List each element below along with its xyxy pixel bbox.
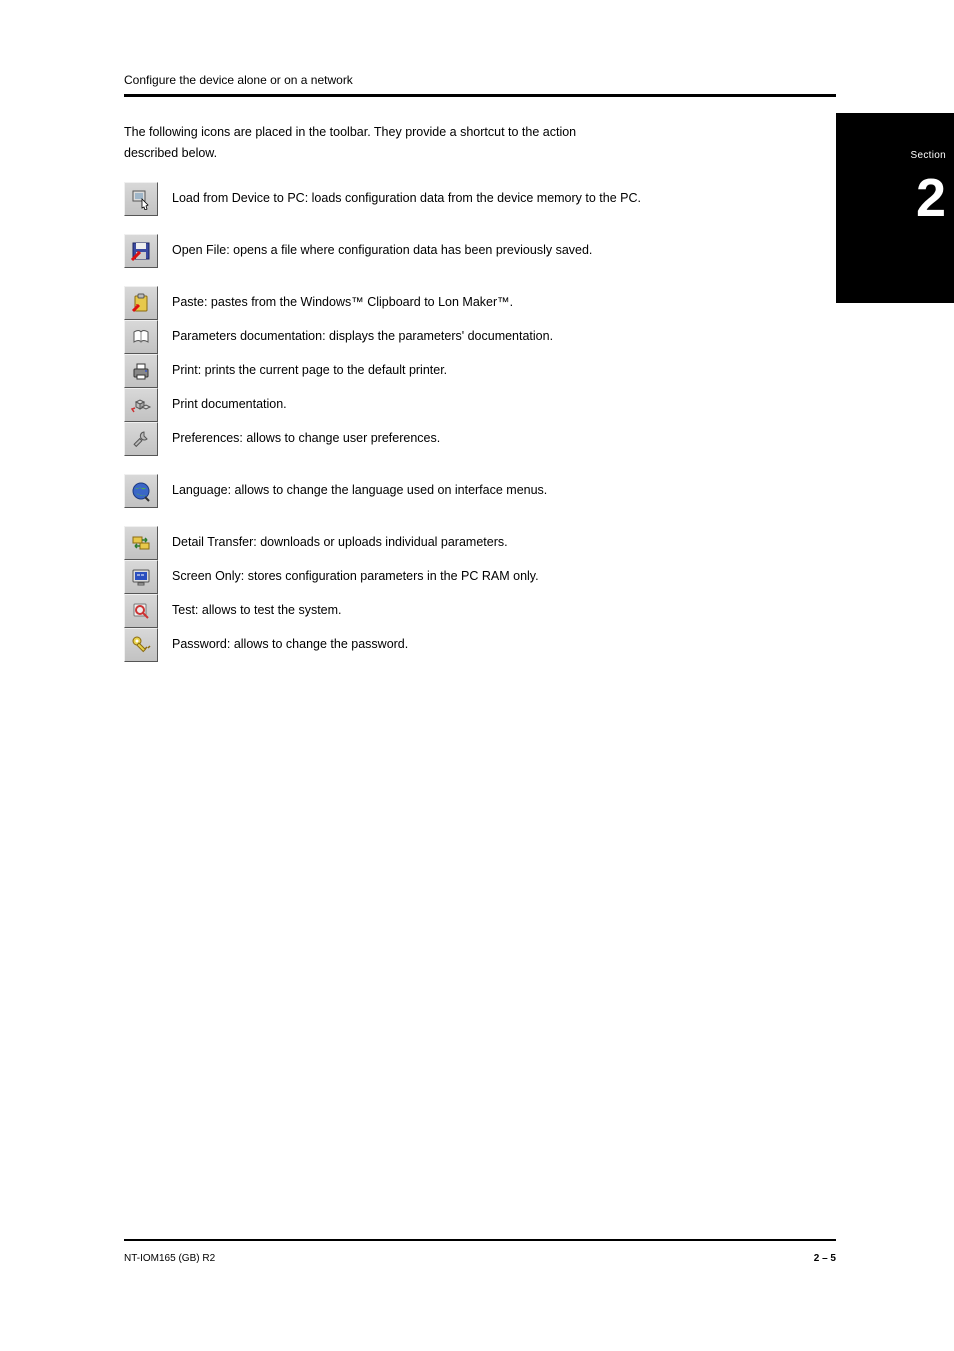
section-label: Section bbox=[844, 149, 946, 163]
toolbar-label: Print documentation. bbox=[172, 396, 287, 413]
toolbar-row: Test: allows to test the system. bbox=[124, 594, 836, 628]
content-area: The following icons are placed in the to… bbox=[124, 124, 836, 662]
toolbar-label: Load from Device to PC: loads configurat… bbox=[172, 190, 641, 207]
footer-page-number: 2 – 5 bbox=[814, 1252, 836, 1266]
wrench-icon[interactable] bbox=[124, 422, 158, 456]
toolbar-label: Paste: pastes from the Windows™ Clipboar… bbox=[172, 294, 513, 311]
toolbar-row: Preferences: allows to change user prefe… bbox=[124, 422, 836, 456]
monitor-icon[interactable] bbox=[124, 560, 158, 594]
save-disk-icon[interactable] bbox=[124, 234, 158, 268]
intro-text: The following icons are placed in the to… bbox=[124, 124, 836, 162]
toolbar-label: Test: allows to test the system. bbox=[172, 602, 342, 619]
toolbar-row: Print documentation. bbox=[124, 388, 836, 422]
toolbar-row: Load from Device to PC: loads configurat… bbox=[124, 182, 836, 216]
folders-icon[interactable] bbox=[124, 526, 158, 560]
toolbar-label: Screen Only: stores configuration parame… bbox=[172, 568, 539, 585]
toolbar-row: Parameters documentation: displays the p… bbox=[124, 320, 836, 354]
toolbar-label: Parameters documentation: displays the p… bbox=[172, 328, 553, 345]
open-book-icon[interactable] bbox=[124, 320, 158, 354]
toolbar-label: Password: allows to change the password. bbox=[172, 636, 408, 653]
cubes-icon[interactable] bbox=[124, 388, 158, 422]
toolbar-label: Preferences: allows to change user prefe… bbox=[172, 430, 440, 447]
toolbar-label: Open File: opens a file where configurat… bbox=[172, 242, 592, 259]
section-badge: Section 2 bbox=[836, 113, 954, 303]
globe-icon[interactable] bbox=[124, 474, 158, 508]
section-number: 2 bbox=[844, 171, 946, 225]
toolbar-label: Language: allows to change the language … bbox=[172, 482, 547, 499]
key-icon[interactable] bbox=[124, 628, 158, 662]
toolbar-row: Open File: opens a file where configurat… bbox=[124, 234, 836, 268]
print-icon[interactable] bbox=[124, 354, 158, 388]
intro-line-1: The following icons are placed in the to… bbox=[124, 124, 836, 141]
toolbar-row: Print: prints the current page to the de… bbox=[124, 354, 836, 388]
toolbar-label: Print: prints the current page to the de… bbox=[172, 362, 447, 379]
header-divider bbox=[124, 94, 836, 97]
toolbar-row: Screen Only: stores configuration parame… bbox=[124, 560, 836, 594]
toolbar-row: Password: allows to change the password. bbox=[124, 628, 836, 662]
clipboard-icon[interactable] bbox=[124, 286, 158, 320]
toolbar-row: Language: allows to change the language … bbox=[124, 474, 836, 508]
page: Configure the device alone or on a netwo… bbox=[0, 0, 954, 1351]
toolbar-row: Detail Transfer: downloads or uploads in… bbox=[124, 526, 836, 560]
intro-line-2: described below. bbox=[124, 145, 836, 162]
toolbar-row: Paste: pastes from the Windows™ Clipboar… bbox=[124, 286, 836, 320]
magnify-icon[interactable] bbox=[124, 594, 158, 628]
breadcrumb: Configure the device alone or on a netwo… bbox=[124, 72, 353, 88]
toolbar-label: Detail Transfer: downloads or uploads in… bbox=[172, 534, 508, 551]
cursor-to-device-icon[interactable] bbox=[124, 182, 158, 216]
footer-divider bbox=[124, 1239, 836, 1241]
footer-left: NT-IOM165 (GB) R2 bbox=[124, 1252, 215, 1266]
